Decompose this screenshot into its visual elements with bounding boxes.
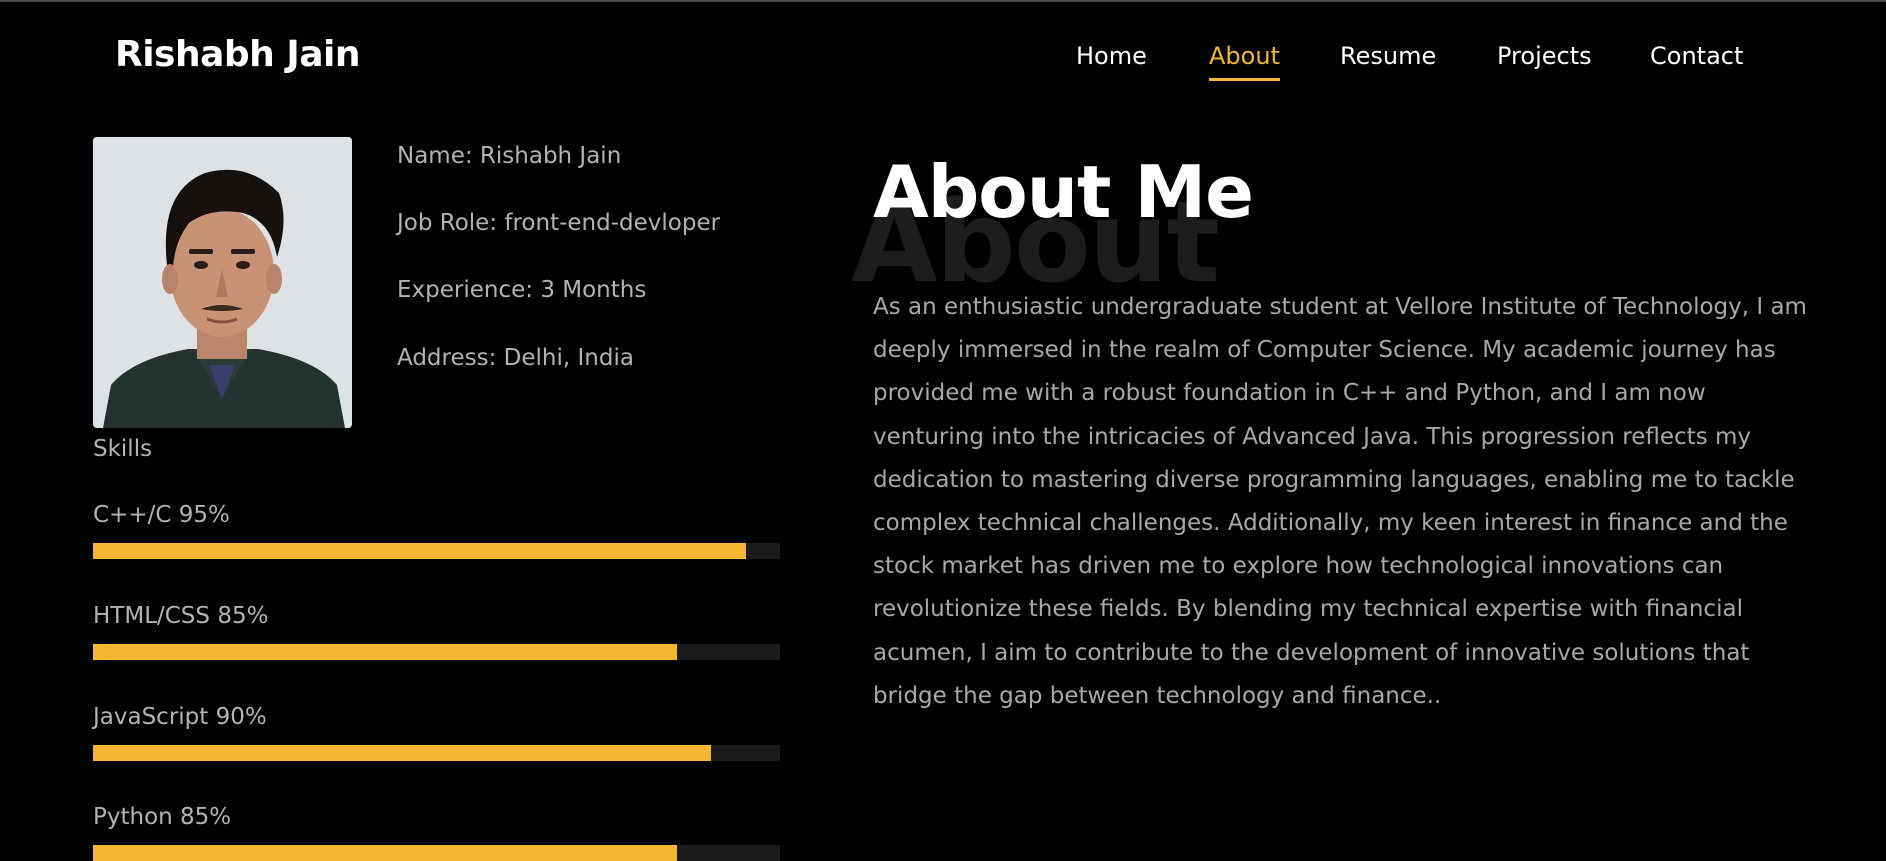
info-job-role: Job Role: front-end-devloper xyxy=(397,210,721,236)
skill-progress-fill xyxy=(93,745,712,761)
skill-label: HTML/CSS 85% xyxy=(93,603,269,629)
about-paragraph: As an enthusiastic undergraduate student… xyxy=(873,294,1807,709)
skill-progress-track xyxy=(93,745,780,761)
nav-projects[interactable]: Projects xyxy=(1497,42,1592,70)
skill-progress-track xyxy=(93,543,780,559)
skill-label: C++/C 95% xyxy=(93,502,230,528)
nav-projects-label: Projects xyxy=(1497,42,1592,70)
info-address: Address: Delhi, India xyxy=(397,345,634,371)
top-border xyxy=(0,0,1886,2)
skill-progress-fill xyxy=(93,644,677,660)
skill-html-css: HTML/CSS 85% xyxy=(93,603,780,660)
skill-label: Python 85% xyxy=(93,804,232,830)
info-name: Name: Rishabh Jain xyxy=(397,143,622,169)
info-experience: Experience: 3 Months xyxy=(397,277,647,303)
nav-about-label: About xyxy=(1209,42,1280,70)
skill-progress-fill xyxy=(93,543,746,559)
skill-cpp: C++/C 95% xyxy=(93,502,780,559)
site-logo[interactable]: Rishabh Jain xyxy=(115,34,361,75)
nav-about[interactable]: About xyxy=(1209,42,1280,81)
nav-home[interactable]: Home xyxy=(1076,42,1147,70)
skill-javascript: JavaScript 90% xyxy=(93,704,780,761)
nav-contact[interactable]: Contact xyxy=(1650,42,1743,70)
skill-progress-fill xyxy=(93,845,677,861)
skill-python: Python 85% xyxy=(93,804,780,861)
profile-photo xyxy=(93,137,352,428)
skill-progress-track xyxy=(93,644,780,660)
nav-resume[interactable]: Resume xyxy=(1340,42,1436,70)
active-underline xyxy=(1209,78,1280,81)
skill-progress-track xyxy=(93,845,780,861)
nav-home-label: Home xyxy=(1076,42,1147,70)
skill-label: JavaScript 90% xyxy=(93,704,267,730)
skills-heading: Skills xyxy=(93,436,153,462)
nav-contact-label: Contact xyxy=(1650,42,1744,70)
about-heading: About Me xyxy=(873,150,1254,234)
nav-resume-label: Resume xyxy=(1340,42,1437,70)
